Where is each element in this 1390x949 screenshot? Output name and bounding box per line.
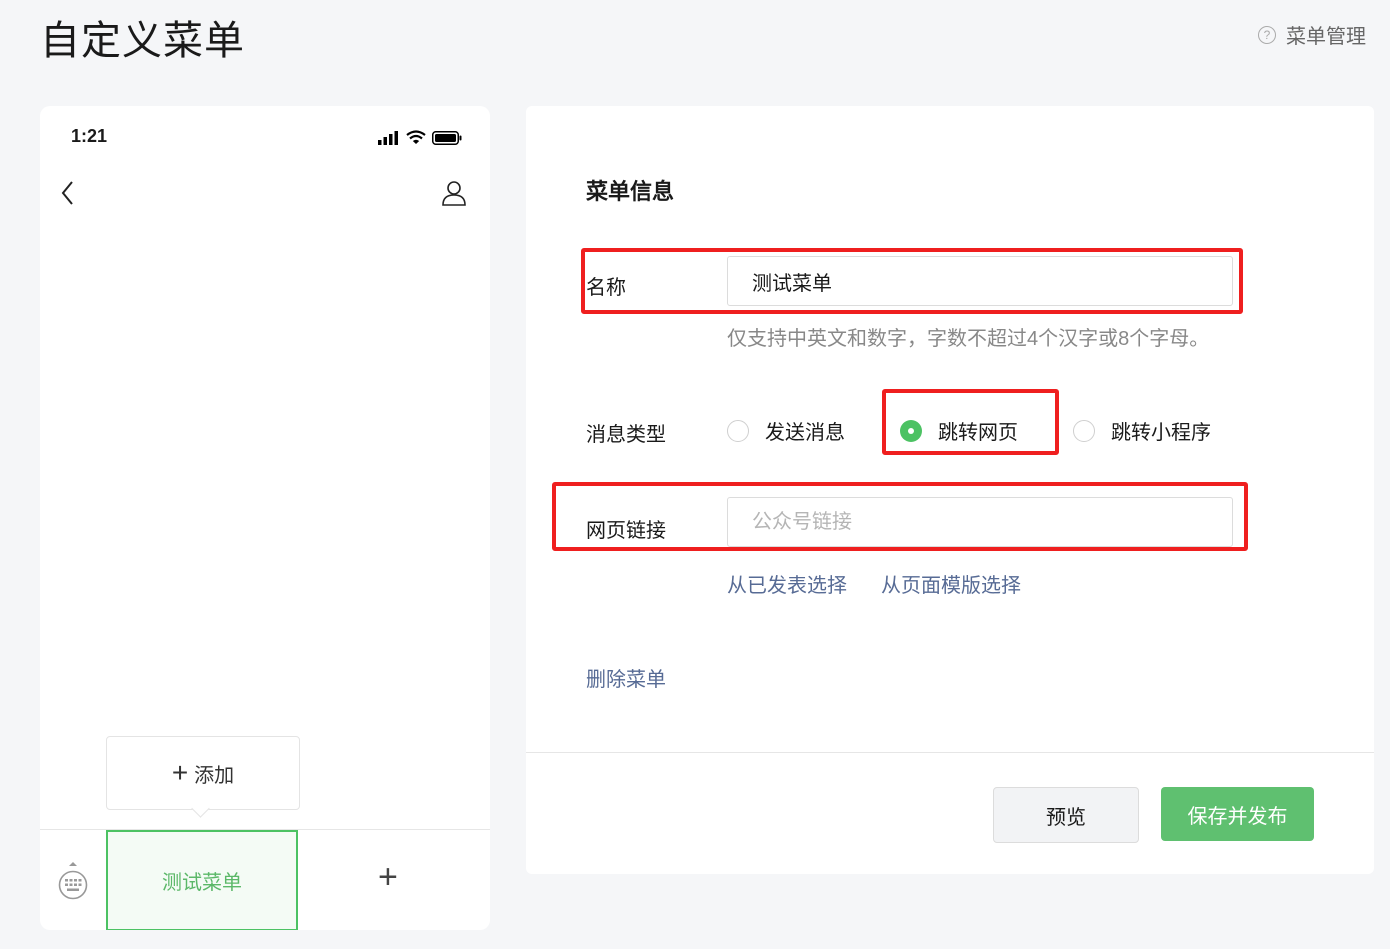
save-publish-button[interactable]: 保存并发布 — [1161, 787, 1314, 841]
page-title: 自定义菜单 — [40, 19, 245, 63]
help-icon: ? — [1258, 25, 1276, 44]
radio-icon — [1073, 419, 1095, 442]
menu-tab-selected[interactable]: 测试菜单 — [106, 830, 298, 930]
radio-checked-icon — [900, 419, 922, 442]
keyboard-icon[interactable] — [58, 860, 88, 905]
phone-menu-bar: 测试菜单 + — [40, 829, 490, 930]
menu-manage-label: 菜单管理 — [1286, 26, 1366, 48]
name-input[interactable] — [727, 256, 1233, 306]
name-hint: 仅支持中英文和数字，字数不超过4个汉字或8个字母。 — [727, 328, 1210, 350]
status-icons — [378, 130, 462, 145]
menu-manage-link[interactable]: ? 菜单管理 — [1258, 20, 1366, 49]
radio-label: 跳转小程序 — [1111, 422, 1211, 444]
profile-icon[interactable] — [440, 179, 468, 212]
back-icon[interactable] — [60, 180, 76, 211]
signal-icon — [378, 130, 398, 145]
radio-send-message[interactable]: 发送消息 — [727, 416, 845, 445]
status-time: 1:21 — [71, 126, 108, 146]
plus-icon: + — [171, 757, 189, 788]
delete-menu-link[interactable]: 删除菜单 — [586, 663, 666, 692]
link-input[interactable] — [727, 497, 1233, 547]
name-label: 名称 — [586, 277, 626, 299]
radio-jump-miniprogram[interactable]: 跳转小程序 — [1073, 416, 1211, 445]
add-menu-icon[interactable]: + — [378, 858, 398, 897]
phone-preview: 1:21 + 添加 测试菜单 + — [40, 106, 490, 930]
radio-jump-webpage[interactable]: 跳转网页 — [900, 416, 1018, 445]
radio-icon — [727, 419, 749, 442]
choose-from-template-link[interactable]: 从页面模版选择 — [881, 569, 1021, 598]
radio-label: 发送消息 — [765, 422, 845, 444]
wifi-icon — [406, 130, 426, 144]
choose-from-published-link[interactable]: 从已发表选择 — [727, 569, 847, 598]
section-title: 菜单信息 — [586, 179, 675, 204]
preview-button[interactable]: 预览 — [993, 787, 1139, 843]
battery-icon — [432, 130, 462, 145]
divider — [526, 752, 1374, 753]
radio-label: 跳转网页 — [938, 422, 1018, 444]
add-label: 添加 — [194, 764, 235, 787]
link-label: 网页链接 — [586, 520, 666, 542]
menu-editor-panel: 菜单信息 名称 仅支持中英文和数字，字数不超过4个汉字或8个字母。 消息类型 发… — [526, 106, 1374, 874]
msg-type-label: 消息类型 — [586, 424, 666, 446]
add-submenu-button[interactable]: + 添加 — [106, 736, 300, 810]
